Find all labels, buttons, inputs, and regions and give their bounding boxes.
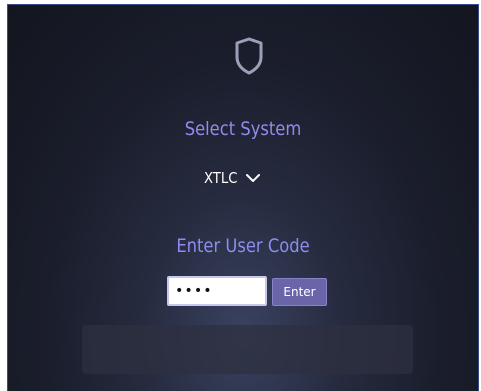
shield-icon bbox=[235, 37, 263, 75]
enter-button[interactable]: Enter bbox=[272, 278, 327, 306]
message-panel bbox=[82, 325, 413, 374]
user-code-input[interactable] bbox=[167, 276, 267, 306]
enter-user-code-title: Enter User Code bbox=[176, 235, 310, 257]
system-dropdown[interactable]: XTLC bbox=[204, 167, 264, 189]
chevron-down-icon bbox=[246, 174, 261, 182]
login-window: Select System XTLC Enter User Code Enter bbox=[7, 4, 479, 391]
system-value: XTLC bbox=[204, 169, 238, 187]
select-system-title: Select System bbox=[184, 118, 302, 140]
